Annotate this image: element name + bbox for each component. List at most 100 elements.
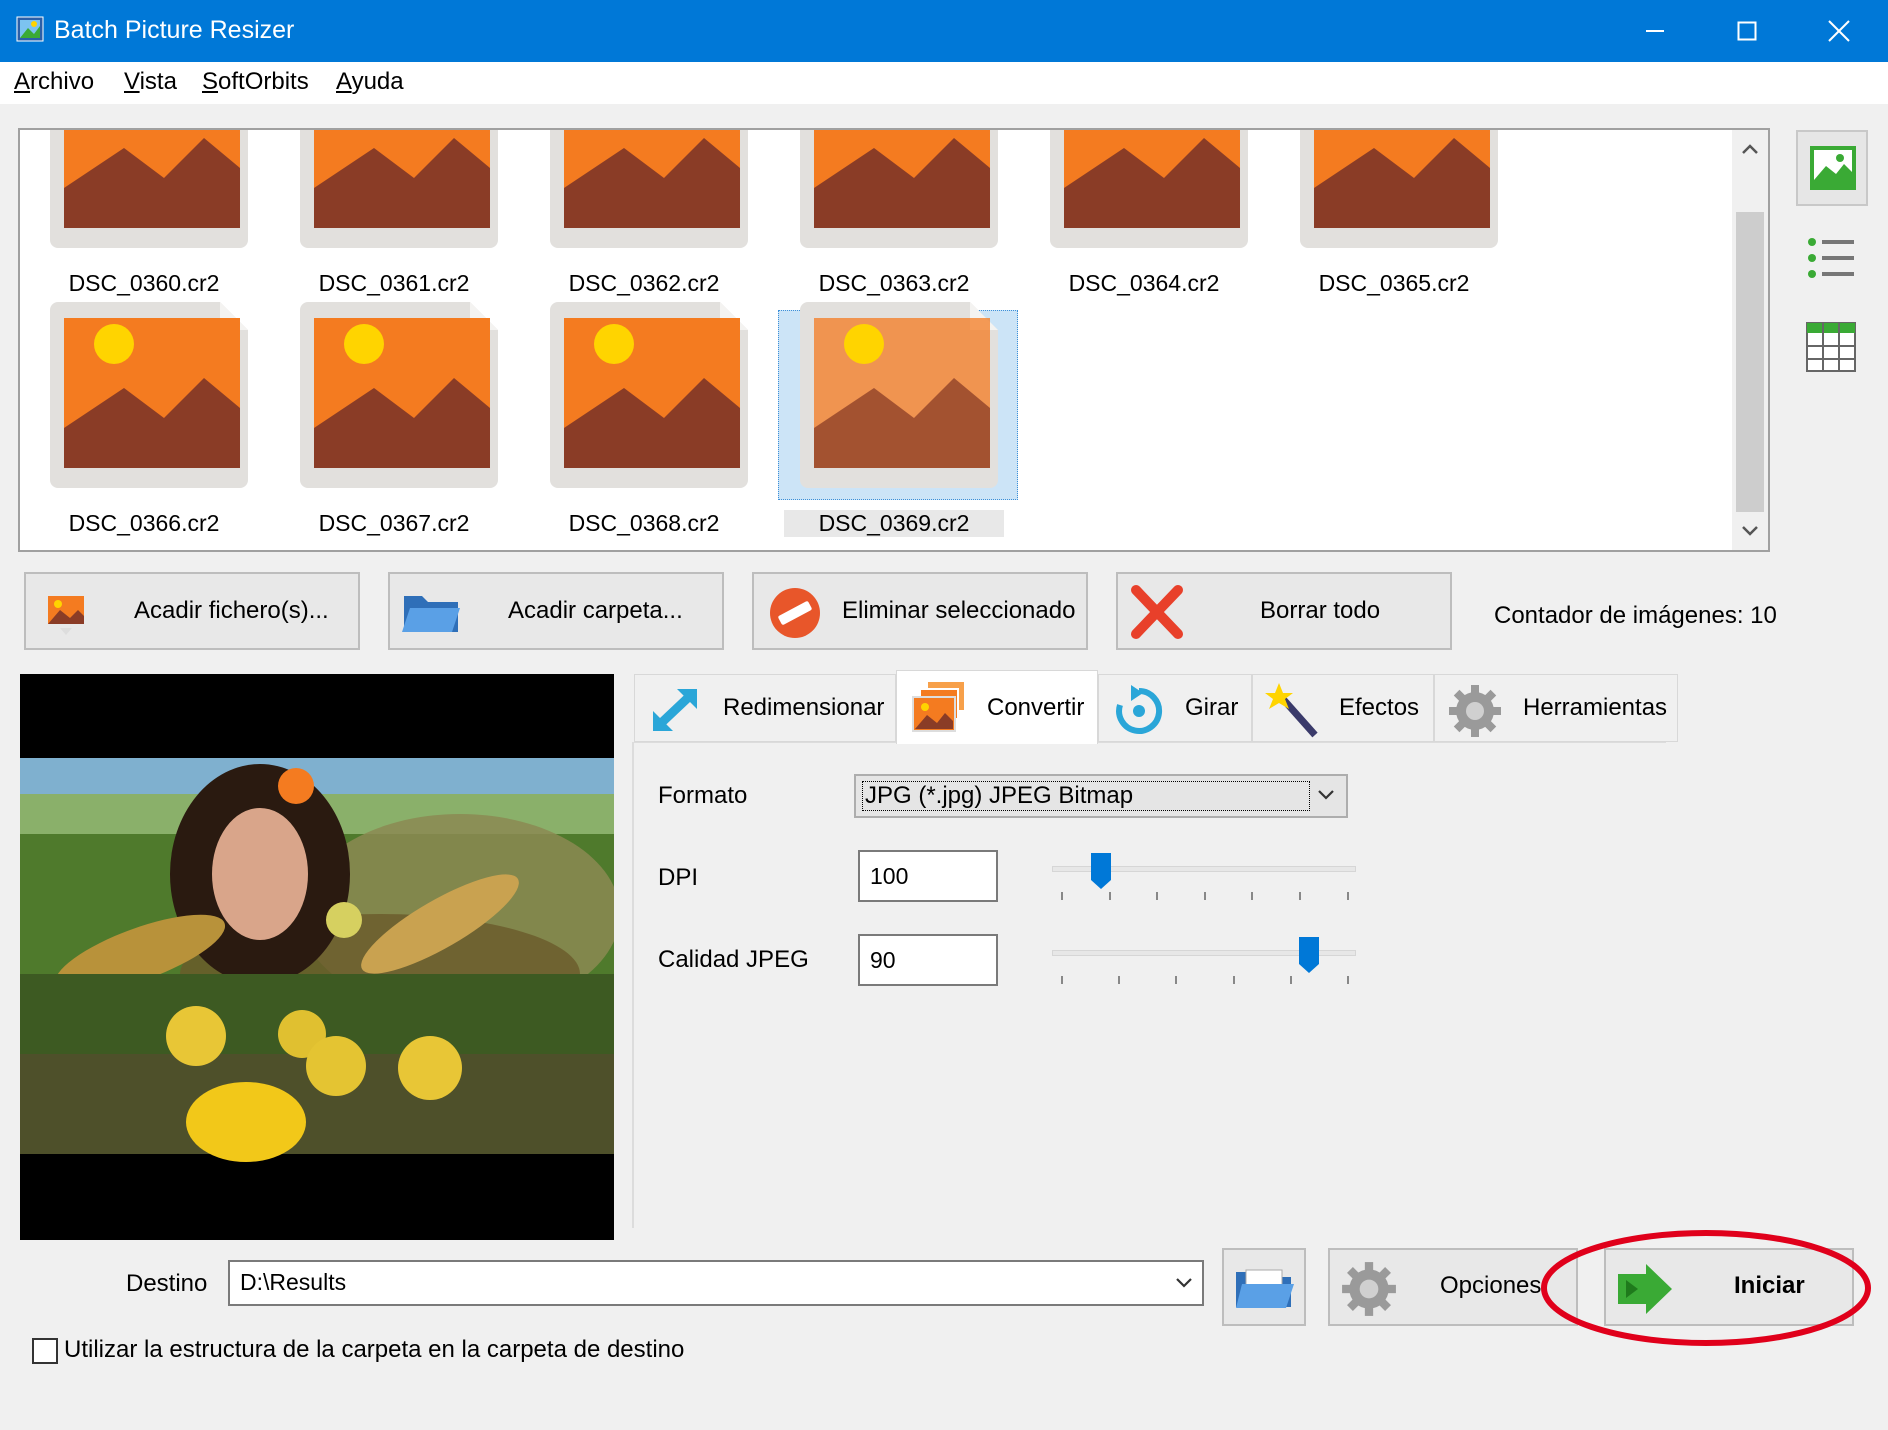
dpi-label: DPI (658, 864, 699, 891)
remove-icon (770, 588, 820, 638)
image-file-icon (800, 130, 998, 248)
tab-convert-label: Convertir (987, 693, 1085, 721)
chevron-down-icon (1176, 1278, 1192, 1288)
delete-icon (1131, 585, 1183, 639)
jpeg-quality-input[interactable] (858, 934, 998, 986)
chevron-down-icon (1318, 790, 1334, 800)
maximize-button[interactable] (1702, 0, 1792, 62)
image-file-icon (800, 302, 998, 488)
image-file-icon (50, 302, 248, 488)
image-preview (20, 674, 614, 1240)
open-folder-icon (1236, 1269, 1294, 1308)
destination-select[interactable]: D:\Results (228, 1260, 1204, 1306)
thumbnail-label: DSC_0360.cr2 (68, 270, 220, 296)
close-button[interactable] (1794, 0, 1884, 62)
thumbnail-label: DSC_0368.cr2 (568, 510, 720, 536)
dpi-input[interactable] (858, 850, 998, 902)
format-select[interactable]: JPG (*.jpg) JPEG Bitmap (854, 774, 1348, 818)
table-view-button[interactable] (1796, 316, 1868, 380)
thumbnail-item[interactable]: DSC_0367.cr2 (280, 302, 500, 550)
thumbnail-item[interactable]: DSC_0366.cr2 (30, 302, 250, 550)
jpeg-quality-slider-ticks (1061, 976, 1349, 984)
scroll-up-icon[interactable] (1740, 142, 1760, 156)
destination-value: D:\Results (240, 1269, 347, 1295)
folder-structure-checkbox[interactable] (32, 1338, 58, 1364)
thumbnail-label: DSC_0364.cr2 (1068, 270, 1220, 296)
image-file-icon (50, 130, 248, 248)
preview-photo (20, 674, 614, 1240)
tab-effects-label: Efectos (1339, 694, 1420, 721)
menu-ayuda[interactable]: Ayuda (336, 68, 404, 96)
rotate-icon (1116, 685, 1163, 734)
scroll-thumb[interactable] (1736, 212, 1764, 512)
tab-rotate-label: Girar (1185, 694, 1239, 721)
title-bar: Batch Picture Resizer (0, 0, 1888, 62)
image-file-icon (1300, 130, 1498, 248)
tab-resize-label: Redimensionar (723, 694, 885, 721)
clear-all-label: Borrar todo (1260, 597, 1381, 624)
thumbnail-label: DSC_0362.cr2 (568, 270, 720, 296)
image-file-icon (550, 130, 748, 248)
image-file-icon (1050, 130, 1248, 248)
jpeg-quality-slider-thumb[interactable] (1298, 936, 1320, 974)
gear-icon (1449, 685, 1501, 737)
tab-effects[interactable]: Efectos (1252, 674, 1434, 742)
folder-structure-label: Utilizar la estructura de la carpeta en … (64, 1336, 685, 1363)
tab-tools[interactable]: Herramientas (1434, 674, 1678, 742)
thumbnail-view-button[interactable] (1796, 130, 1868, 206)
window-title: Batch Picture Resizer (54, 16, 295, 44)
dpi-slider-ticks (1061, 892, 1349, 900)
add-files-button[interactable]: Acadir fichero(s)... (24, 572, 360, 650)
maximize-icon (1737, 21, 1757, 41)
picture-icon (1810, 146, 1856, 190)
thumbnail-item[interactable]: DSC_0364.cr2 (1030, 130, 1250, 340)
resize-arrow-icon (653, 689, 697, 731)
image-counter: Contador de imágenes: 10 (1494, 602, 1777, 629)
thumbnail-label: DSC_0361.cr2 (318, 270, 470, 296)
thumbnail-item[interactable]: DSC_0365.cr2 (1280, 130, 1500, 340)
tab-rotate[interactable]: Girar (1098, 674, 1252, 742)
format-label: Formato (658, 782, 748, 809)
thumbnail-label: DSC_0366.cr2 (68, 510, 220, 536)
tab-resize[interactable]: Redimensionar (634, 674, 896, 742)
add-files-label: Acadir fichero(s)... (134, 597, 329, 624)
add-folder-button[interactable]: Acadir carpeta... (388, 572, 724, 650)
image-file-icon (550, 302, 748, 488)
image-file-icon (300, 130, 498, 248)
dpi-slider-thumb[interactable] (1090, 852, 1112, 890)
remove-selected-button[interactable]: Eliminar seleccionado (752, 572, 1088, 650)
tab-convert[interactable]: Convertir (896, 670, 1098, 744)
highlight-ellipse (1541, 1230, 1871, 1346)
browse-folder-button[interactable] (1222, 1248, 1306, 1326)
thumbnail-list[interactable]: DSC_0360.cr2 DSC_0361.cr2 DSC_0362.cr2 DSC_… (18, 128, 1770, 552)
thumbnail-label: DSC_0369.cr2 (784, 510, 1004, 537)
menu-bar: Archivo Vista SoftOrbits Ayuda (0, 62, 1888, 104)
add-image-icon (48, 596, 84, 635)
menu-vista[interactable]: Vista (124, 68, 177, 96)
scroll-down-icon[interactable] (1740, 524, 1760, 538)
menu-softorbits[interactable]: SoftOrbits (202, 68, 309, 96)
close-icon (1828, 20, 1850, 42)
magic-wand-icon (1265, 683, 1318, 738)
app-icon (16, 14, 46, 44)
minimize-button[interactable] (1610, 0, 1700, 62)
add-folder-label: Acadir carpeta... (508, 597, 683, 624)
thumbnail-item[interactable]: DSC_0368.cr2 (530, 302, 750, 550)
options-label: Opciones (1440, 1272, 1542, 1299)
thumbnail-label: DSC_0367.cr2 (318, 510, 470, 536)
menu-archivo[interactable]: Archivo (14, 68, 94, 96)
format-value: JPG (*.jpg) JPEG Bitmap (862, 781, 1310, 811)
gear-icon (1342, 1262, 1396, 1316)
table-icon (1806, 322, 1856, 372)
jpeg-quality-label: Calidad JPEG (658, 946, 809, 973)
list-icon (1808, 238, 1854, 278)
minimize-icon (1646, 30, 1664, 32)
clear-all-button[interactable]: Borrar todo (1116, 572, 1452, 650)
image-file-icon (300, 302, 498, 488)
list-view-button[interactable] (1796, 228, 1868, 290)
convert-images-icon (912, 680, 966, 732)
thumbnail-item[interactable]: DSC_0369.cr2 (778, 302, 1018, 550)
destination-label: Destino (126, 1270, 208, 1297)
thumbnail-label: DSC_0365.cr2 (1318, 270, 1470, 296)
remove-selected-label: Eliminar seleccionado (842, 597, 1076, 624)
